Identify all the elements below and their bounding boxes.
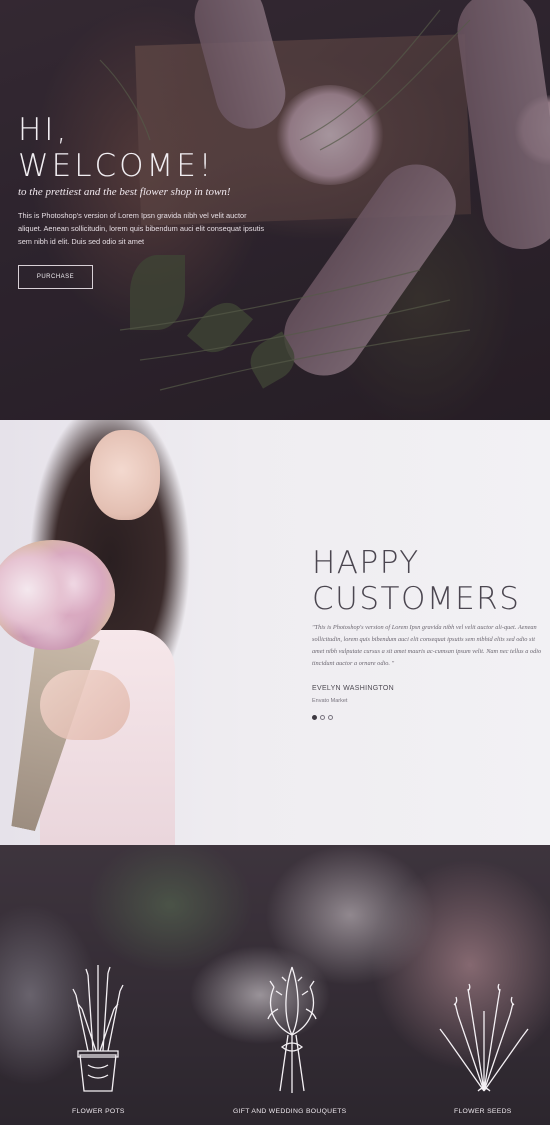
slider-dot[interactable] bbox=[328, 715, 333, 720]
customer-face bbox=[90, 430, 160, 520]
flower-seeds-icon bbox=[439, 983, 529, 1092]
testimonial-author-role: Envato Market bbox=[312, 698, 348, 704]
hero-section: HI, WELCOME! to the prettiest and the be… bbox=[0, 0, 550, 420]
category-flower-pots[interactable] bbox=[28, 965, 168, 1095]
testimonial-heading-line: HAPPY bbox=[312, 545, 420, 581]
hero-title-line: WELCOME! bbox=[18, 148, 215, 184]
customer-photo bbox=[0, 420, 210, 845]
slider-dots bbox=[312, 715, 333, 720]
slider-dot-active[interactable] bbox=[312, 715, 317, 720]
testimonial-heading-line: CUSTOMERS bbox=[312, 581, 521, 617]
category-label[interactable]: GIFT AND WEDDING BOUQUETS bbox=[233, 1108, 347, 1115]
slider-dot[interactable] bbox=[320, 715, 325, 720]
hero-title-line: HI, bbox=[18, 112, 70, 148]
purchase-button[interactable]: PURCHASE bbox=[18, 265, 93, 289]
flower-pot-icon bbox=[72, 965, 124, 1092]
category-label[interactable]: FLOWER POTS bbox=[72, 1108, 125, 1115]
hero-tagline: to the prettiest and the best flower sho… bbox=[18, 186, 231, 198]
testimonial-author: EVELYN WASHINGTON bbox=[312, 685, 394, 692]
testimonial-quote: "This is Photoshop's version of Lorem Ip… bbox=[312, 624, 542, 667]
hero-description: This is Photoshop's version of Lorem Ips… bbox=[18, 211, 265, 246]
customer-arm bbox=[40, 670, 130, 740]
hero-title: HI, WELCOME! bbox=[18, 112, 268, 184]
category-flower-seeds[interactable] bbox=[414, 965, 550, 1095]
category-label[interactable]: FLOWER SEEDS bbox=[454, 1108, 512, 1115]
category-bouquets[interactable] bbox=[222, 965, 362, 1095]
bouquet-icon bbox=[267, 966, 317, 1093]
testimonial-heading: HAPPY CUSTOMERS bbox=[312, 545, 550, 617]
